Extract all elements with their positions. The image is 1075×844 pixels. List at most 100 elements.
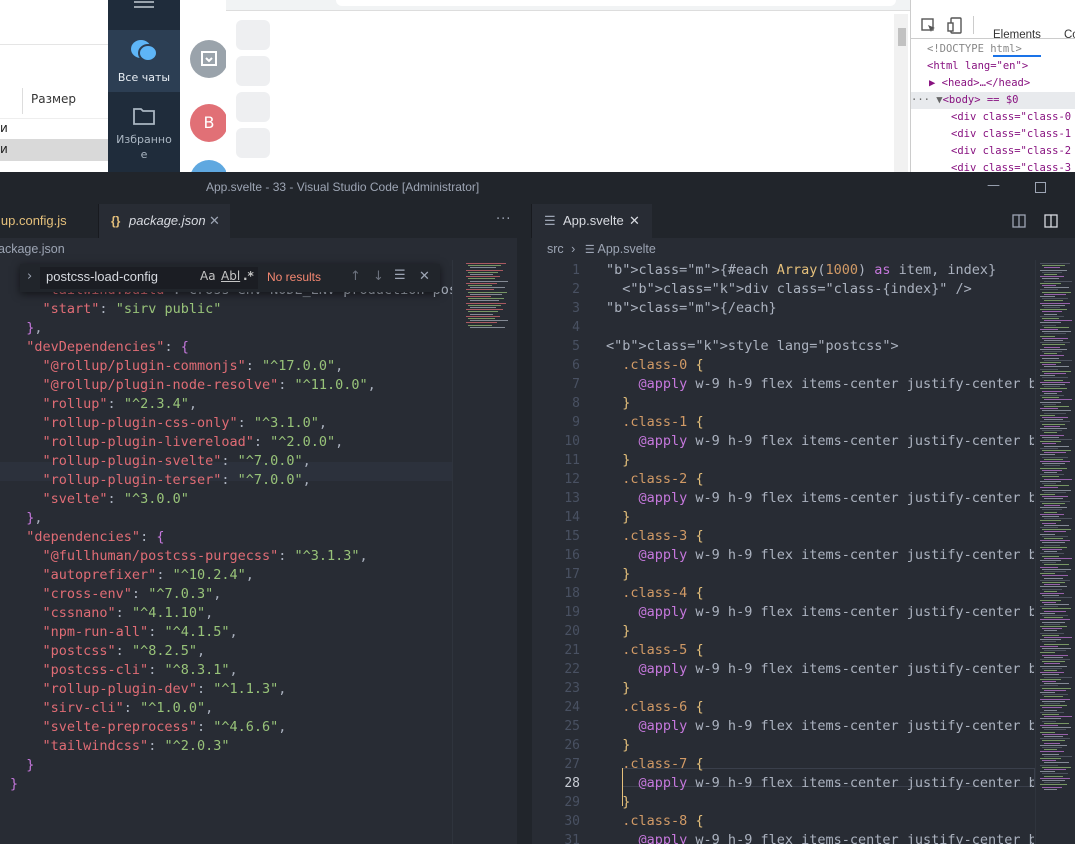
minimap-line [1040, 560, 1061, 561]
minimap-line [1040, 461, 1070, 462]
chat-avatar[interactable]: B [190, 104, 228, 142]
minimap-line [1044, 412, 1066, 414]
device-toolbar-icon[interactable] [947, 17, 963, 34]
minimap-line [1040, 282, 1061, 284]
whole-word-icon[interactable]: Abl [221, 269, 240, 283]
right-minimap[interactable] [1035, 260, 1075, 844]
minimap-line [1040, 355, 1064, 357]
minimap-line [1042, 707, 1062, 709]
tab-rollup-config[interactable]: lup.config.js [0, 204, 99, 238]
minimap-line [1042, 271, 1062, 273]
minimap-line [1040, 414, 1055, 416]
dom-div[interactable]: <div class="class-0 [951, 109, 1071, 126]
close-find-icon[interactable]: ✕ [419, 269, 430, 284]
more-actions-icon[interactable]: ··· [496, 212, 511, 227]
breadcrumb-folder[interactable]: src [547, 242, 564, 256]
code-line: } [622, 566, 631, 582]
dom-div[interactable]: <div class="class-1 [951, 126, 1071, 143]
code-line: "rollup-plugin-terser": "^7.0.0", [42, 472, 311, 488]
line-number: 3 [572, 301, 580, 316]
minimap-line [1040, 546, 1067, 548]
minimap-line [1042, 727, 1071, 729]
minimap-line [1042, 733, 1068, 735]
browser-page [226, 0, 910, 172]
chats-icon [131, 40, 158, 62]
line-number: 18 [564, 586, 580, 601]
tab-package-json[interactable]: {} package.json ✕ [99, 204, 230, 238]
next-match-icon[interactable]: ↓ [373, 269, 384, 284]
left-editor[interactable]: "tailwind:css": postcss src/tailwind.css… [0, 260, 517, 844]
archive-avatar[interactable] [190, 40, 228, 78]
minimap-line [1044, 267, 1060, 269]
bracket-guide [622, 768, 623, 806]
minimap-line [1044, 392, 1057, 394]
minimap-line [1040, 553, 1064, 555]
previous-match-icon[interactable]: ↑ [350, 269, 361, 284]
maximize-icon[interactable] [1035, 182, 1046, 193]
close-tab-icon[interactable]: ✕ [629, 204, 640, 238]
right-editor[interactable]: 1 2 3 4 5 6 7 8 9 10 11 12 13 14 15 16 17 18 19 20 21 22 23 24 2… [532, 260, 1075, 844]
minimap-line [1040, 672, 1064, 674]
right-code-lines: "b">class="m">{#each Array(1000) as item… [606, 260, 1034, 844]
minimap-line [1040, 487, 1058, 489]
dom-html[interactable]: <html lang="en"> [927, 58, 1028, 75]
minimap-line [1042, 766, 1071, 768]
minimap-line [1044, 386, 1060, 388]
minimap-line [1042, 582, 1065, 583]
tab-console[interactable]: Co [1064, 18, 1075, 52]
code-line: "rollup-plugin-css-only": "^3.1.0", [42, 415, 328, 431]
code-line: "tailwindcss": "^2.0.3" [42, 738, 230, 754]
line-number: 5 [572, 339, 580, 354]
dom-div[interactable]: <div class="class-2 [951, 143, 1071, 160]
minimap-line [1042, 278, 1059, 280]
line-number: 17 [564, 567, 580, 582]
explorer-row[interactable]: и [0, 118, 108, 140]
minimap-line [1044, 518, 1072, 520]
toggle-replace-chevron-icon[interactable]: › [27, 269, 32, 284]
code-line: }, [26, 510, 43, 526]
minimap-line [1042, 588, 1062, 590]
find-in-selection-icon[interactable]: ☰ [394, 268, 406, 283]
minimap-line [1042, 285, 1056, 286]
minimap-line [1042, 370, 1071, 372]
minimap-line [1042, 615, 1068, 616]
hamburger-menu-icon[interactable] [134, 6, 154, 8]
regex-icon[interactable]: .* [243, 269, 254, 283]
minimap-line [1042, 430, 1062, 432]
minimap-line [1044, 551, 1057, 553]
minimap-line [1040, 329, 1058, 330]
close-tab-icon[interactable]: ✕ [209, 204, 220, 238]
minimap-line [1042, 661, 1065, 663]
minimap-line [1044, 703, 1060, 704]
code-line: .class-6 { [622, 699, 704, 715]
minimap-line [1044, 544, 1060, 546]
explorer-row-selected[interactable]: и [0, 139, 108, 161]
match-case-icon[interactable]: Aa [200, 269, 216, 283]
line-number: 7 [572, 377, 580, 392]
minimap-line [1044, 716, 1072, 718]
explorer-column-header: Размер [0, 82, 108, 119]
scrollbar-thumb[interactable] [898, 28, 906, 46]
minimap-line [1042, 344, 1065, 346]
tab-app-svelte[interactable]: ☰ App.svelte ✕ [532, 204, 652, 238]
column-size-header[interactable]: Размер [31, 92, 76, 106]
minimap-line [1042, 562, 1056, 564]
favorites-label[interactable]: Избранно е [108, 132, 180, 162]
dom-body-selected[interactable]: ··· ▼<body> == $0 [911, 92, 1075, 109]
breadcrumb-file[interactable]: App.svelte [597, 242, 655, 256]
minimap-line [1044, 379, 1063, 381]
dom-head[interactable]: ▶ <head>…</head> [929, 75, 1030, 92]
minimap-line [1040, 289, 1058, 291]
breadcrumb-file[interactable]: ackage.json [0, 242, 65, 256]
minimap-line [1040, 507, 1067, 509]
inspect-icon[interactable] [921, 18, 937, 34]
minimize-icon[interactable]: — [987, 178, 1000, 193]
minimap-line [1044, 663, 1060, 665]
minimap-line [1040, 612, 1055, 614]
minimap-line [1040, 296, 1055, 297]
code-line: @apply w-9 h-9 flex items-center justify… [638, 604, 1034, 620]
split-editor-icon[interactable] [1044, 214, 1058, 228]
address-bar[interactable] [336, 0, 896, 6]
line-number: 30 [564, 814, 580, 829]
open-changes-icon[interactable] [1012, 214, 1026, 228]
